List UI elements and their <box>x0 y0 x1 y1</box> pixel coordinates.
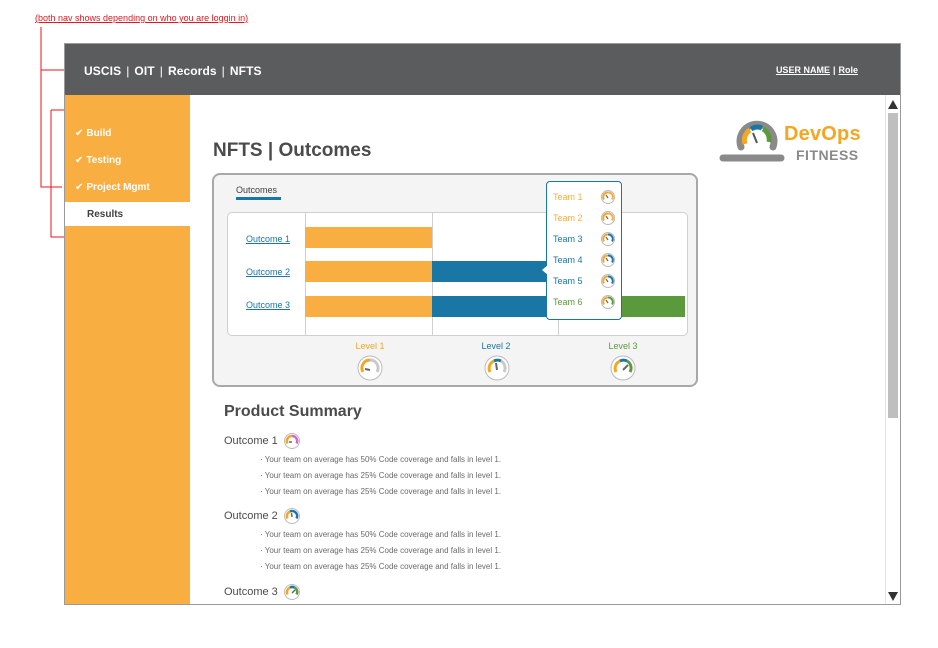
summary-outcome-label: Outcome 1 <box>224 434 278 447</box>
summary-outcome-label: Outcome 2 <box>224 509 278 522</box>
team-item[interactable]: Team 4 <box>553 255 583 265</box>
sidebar: ✔ Build ✔ Testing ✔ Project Mgmt Results <box>65 95 190 604</box>
summary-bullet: · Your team on average has 25% Code cove… <box>260 471 502 480</box>
logo-subtitle: FITNESS <box>796 147 859 163</box>
crumb-records[interactable]: Records <box>168 64 217 78</box>
role-link[interactable]: Role <box>838 65 858 75</box>
summary-bullet: · Your team on average has 25% Code cove… <box>260 562 502 571</box>
summary-bullet: · Your team on average has 25% Code cove… <box>260 487 502 496</box>
team-item[interactable]: Team 2 <box>553 213 583 223</box>
vertical-scrollbar[interactable] <box>885 95 900 604</box>
gauge-level-2-icon <box>484 355 510 381</box>
summary-outcome-3: Outcome 3 <box>224 584 300 600</box>
team-gauge-icon <box>601 295 615 309</box>
annotation-note: (both nav shows depending on who you are… <box>35 13 249 23</box>
crumb-nfts[interactable]: NFTS <box>230 64 262 78</box>
outcome-2-link[interactable]: Outcome 2 <box>246 267 290 277</box>
team-gauge-icon <box>601 253 615 267</box>
page-title: NFTS | Outcomes <box>213 140 372 161</box>
user-name-link[interactable]: USER NAME <box>776 65 830 75</box>
gauge-level-2-icon <box>283 508 300 524</box>
level-3-label: Level 3 <box>608 341 638 351</box>
sidebar-item-project-mgmt[interactable]: ✔ Project Mgmt <box>65 175 190 199</box>
app-window: USCIS | OIT | Records | NFTS USER NAME | Role ✔ B… <box>64 43 901 605</box>
team-gauge-icon <box>601 211 615 225</box>
level-2-label: Level 2 <box>481 341 511 351</box>
sidebar-item-results[interactable]: Results <box>65 202 190 226</box>
team-item[interactable]: Team 5 <box>553 276 583 286</box>
summary-outcome-label: Outcome 3 <box>224 585 278 598</box>
sidebar-item-testing[interactable]: ✔ Testing <box>65 148 190 172</box>
crumb-uscis[interactable]: USCIS <box>84 64 121 78</box>
team-popup-pointer-fill <box>542 265 548 275</box>
sidebar-item-label: Project Mgmt <box>86 181 150 193</box>
outcomes-panel: Outcomes Outcome 1 Outcome 2 Outcome 3 L… <box>212 173 698 387</box>
crumb-oit[interactable]: OIT <box>134 64 154 78</box>
team-gauge-icon <box>601 190 615 204</box>
top-nav-bar: USCIS | OIT | Records | NFTS USER NAME | Role <box>65 44 900 95</box>
team-gauge-icon <box>601 232 615 246</box>
scroll-down-arrow-icon[interactable] <box>888 592 898 601</box>
sidebar-item-label: Results <box>87 208 124 220</box>
scroll-thumb[interactable] <box>888 113 898 418</box>
team-item[interactable]: Team 1 <box>553 192 583 202</box>
tab-outcomes[interactable]: Outcomes <box>236 185 277 195</box>
check-icon: ✔ <box>75 127 84 139</box>
outcome-3-link[interactable]: Outcome 3 <box>246 300 290 310</box>
summary-bullet: · Your team on average has 25% Code cove… <box>260 546 502 555</box>
outcome-3-level-2-bar <box>432 296 558 317</box>
gauge-level-3-icon <box>283 584 300 600</box>
tab-active-indicator <box>236 197 281 200</box>
gauge-level-1-icon <box>357 355 383 381</box>
summary-bullet: · Your team on average has 50% Code cove… <box>260 455 502 464</box>
summary-outcome-1: Outcome 1 <box>224 433 300 449</box>
outcome-3-level-1-bar <box>305 296 432 317</box>
outcome-1-link[interactable]: Outcome 1 <box>246 234 290 244</box>
team-popup: Team 1 Team 2 Team 3 Team 4 Team 5 Team 6 <box>546 181 622 320</box>
scroll-up-arrow-icon[interactable] <box>888 100 898 109</box>
check-icon: ✔ <box>75 181 84 193</box>
level-1-label: Level 1 <box>355 341 385 351</box>
user-menu: USER NAME | Role <box>775 65 858 75</box>
sidebar-item-build[interactable]: ✔ Build <box>65 121 190 145</box>
team-item[interactable]: Team 3 <box>553 234 583 244</box>
logo-wordmark: DevOps <box>784 123 861 145</box>
product-summary-title: Product Summary <box>224 403 362 420</box>
summary-outcome-2: Outcome 2 <box>224 508 300 524</box>
sidebar-item-label: Testing <box>86 154 122 166</box>
sidebar-item-label: Build <box>86 127 112 139</box>
check-icon: ✔ <box>75 154 84 166</box>
outcome-2-level-1-bar <box>305 261 432 282</box>
team-gauge-icon <box>601 274 615 288</box>
outcome-1-level-1-bar <box>305 227 432 248</box>
gauge-level-1-icon <box>283 433 300 449</box>
team-item[interactable]: Team 6 <box>553 297 583 307</box>
gauge-level-3-icon <box>610 355 636 381</box>
summary-bullet: · Your team on average has 50% Code cove… <box>260 530 502 539</box>
breadcrumb: USCIS | OIT | Records | NFTS <box>84 64 262 78</box>
